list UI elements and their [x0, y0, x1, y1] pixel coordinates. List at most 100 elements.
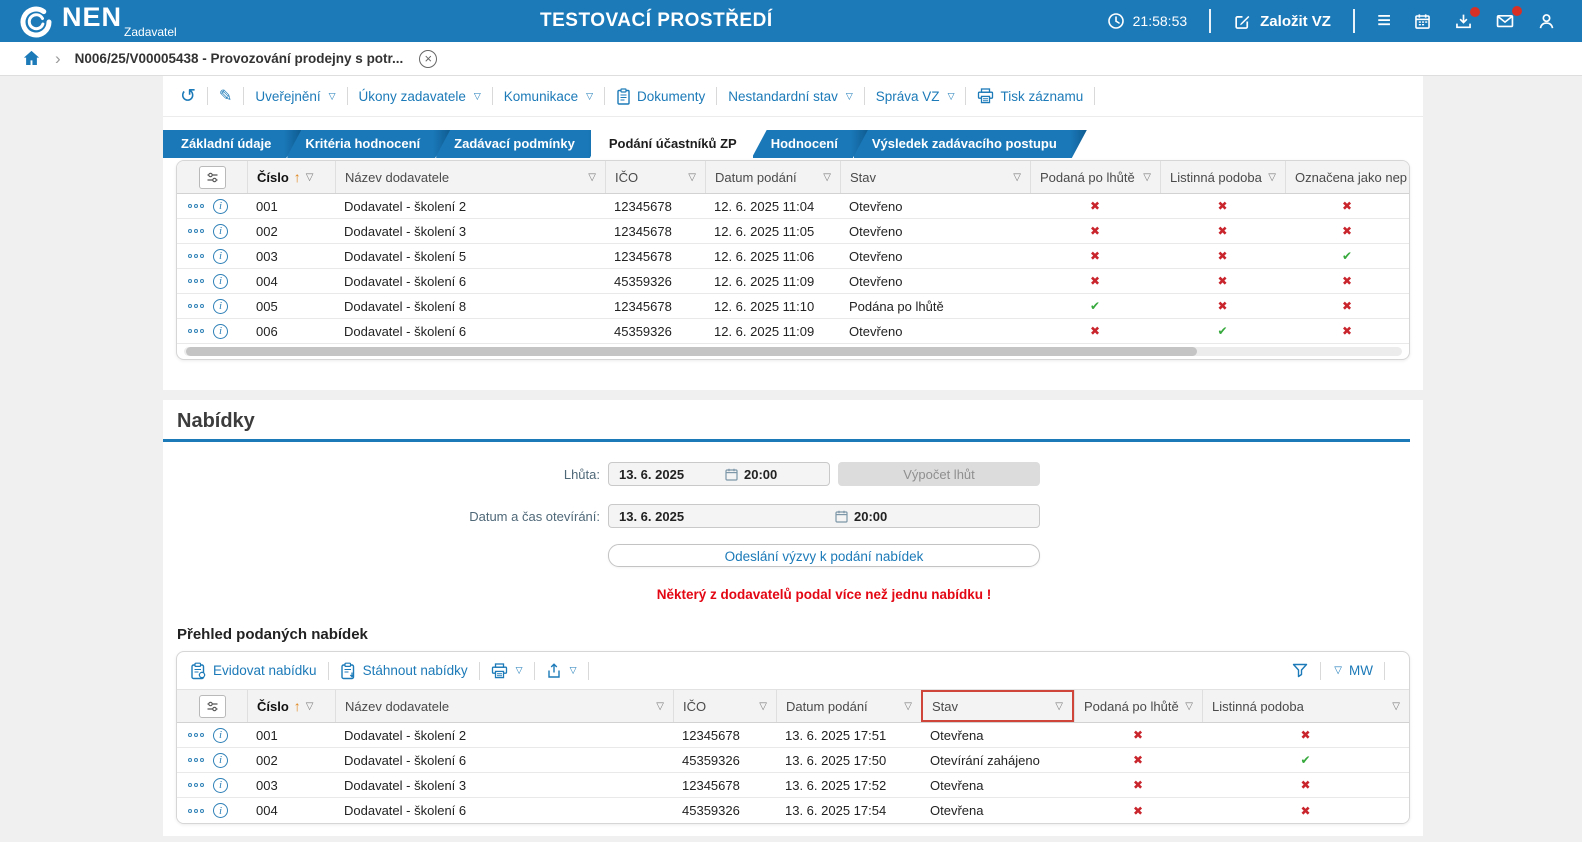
- header-datum-podani[interactable]: Datum podání ▽: [776, 690, 921, 722]
- header-cislo[interactable]: Číslo ↑ ▽: [247, 161, 335, 193]
- filter-icon[interactable]: ▽: [688, 172, 696, 183]
- header-stav[interactable]: Stav ▽: [840, 161, 1030, 193]
- table-row[interactable]: i 003 Dodavatel - školení 3 12345678 13.…: [177, 773, 1409, 798]
- calendar-button[interactable]: [1413, 12, 1432, 31]
- filter-icon[interactable]: ▽: [1185, 701, 1193, 712]
- header-ico[interactable]: IČO ▽: [673, 690, 776, 722]
- row-menu-icon[interactable]: [188, 254, 204, 258]
- info-icon[interactable]: i: [213, 273, 228, 289]
- menu-sprava-vz[interactable]: Správa VZ ▽: [876, 89, 955, 104]
- home-icon[interactable]: [22, 49, 41, 68]
- menu-nestandardni-stav[interactable]: Nestandardní stav ▽: [728, 89, 852, 104]
- downloads-button[interactable]: [1454, 6, 1480, 31]
- table-row[interactable]: i 001 Dodavatel - školení 2 12345678 12.…: [177, 194, 1409, 219]
- row-menu-icon[interactable]: [188, 758, 204, 762]
- info-icon[interactable]: i: [213, 198, 228, 214]
- table-row[interactable]: i 002 Dodavatel - školení 3 12345678 12.…: [177, 219, 1409, 244]
- horizontal-scrollbar[interactable]: [177, 344, 1409, 359]
- header-nazev-dodavatele[interactable]: Název dodavatele ▽: [335, 690, 673, 722]
- edit-pencil-icon[interactable]: ✎: [219, 87, 232, 106]
- filter-icon[interactable]: ▽: [904, 701, 912, 712]
- breadcrumb-item[interactable]: N006/25/V00005438 - Provozování prodejny…: [75, 51, 404, 66]
- create-vz-button[interactable]: Založit VZ: [1233, 12, 1331, 31]
- row-menu-icon[interactable]: [188, 783, 204, 787]
- menu-ukony-zadavatele[interactable]: Úkony zadavatele ▽: [359, 89, 481, 104]
- filter-icon[interactable]: ▽: [1055, 701, 1063, 712]
- scrollbar-track[interactable]: [184, 347, 1402, 356]
- row-menu-icon[interactable]: [188, 229, 204, 233]
- close-icon[interactable]: ×: [419, 49, 438, 68]
- hamburger-menu-icon[interactable]: ≡: [1377, 9, 1391, 33]
- evidovat-nabidku-button[interactable]: Evidovat nabídku: [190, 662, 317, 680]
- tab-podani-ucastniku-zp[interactable]: Podání účastníků ZP: [591, 130, 767, 158]
- vypocet-lhut-button[interactable]: Výpočet lhůt: [838, 462, 1040, 486]
- row-menu-icon[interactable]: [188, 733, 204, 737]
- tab-zadavaci-podminky[interactable]: Zadávací podmínky: [436, 130, 605, 158]
- info-icon[interactable]: i: [213, 323, 228, 339]
- info-icon[interactable]: i: [213, 727, 228, 743]
- tab-vysledek-zadavaciho-postupu[interactable]: Výsledek zadávacího postupu: [854, 130, 1087, 158]
- table-row[interactable]: i 004 Dodavatel - školení 6 45359326 13.…: [177, 798, 1409, 823]
- table-row[interactable]: i 004 Dodavatel - školení 6 45359326 12.…: [177, 269, 1409, 294]
- view-chevron-icon[interactable]: ▽: [1334, 665, 1342, 676]
- menu-uverejneni[interactable]: Uveřejnění ▽: [255, 89, 335, 104]
- row-menu-icon[interactable]: [188, 304, 204, 308]
- header-podana-po-lhute[interactable]: Podaná po lhůtě ▽: [1074, 690, 1202, 722]
- tab-kriteria-hodnoceni[interactable]: Kritéria hodnocení: [287, 130, 450, 158]
- info-icon[interactable]: i: [213, 248, 228, 264]
- menu-komunikace[interactable]: Komunikace ▽: [504, 89, 593, 104]
- header-cislo[interactable]: Číslo ↑ ▽: [247, 690, 335, 722]
- row-menu-icon[interactable]: [188, 204, 204, 208]
- filter-icon[interactable]: ▽: [306, 172, 314, 183]
- info-icon[interactable]: i: [213, 752, 228, 768]
- header-datum-podani[interactable]: Datum podání ▽: [705, 161, 840, 193]
- row-menu-icon[interactable]: [188, 279, 204, 283]
- odeslani-vyzvy-button[interactable]: Odeslání výzvy k podání nabídek: [608, 544, 1040, 567]
- calendar-icon[interactable]: [725, 468, 738, 481]
- header-listinna-podoba[interactable]: Listinná podoba ▽: [1202, 690, 1409, 722]
- header-oznacena-jako-nepodana[interactable]: Označena jako nep: [1285, 161, 1409, 193]
- nen-logo[interactable]: NEN Zadavatel: [18, 2, 177, 40]
- info-icon[interactable]: i: [213, 803, 228, 818]
- messages-button[interactable]: [1495, 6, 1522, 31]
- filter-icon[interactable]: ▽: [1013, 172, 1021, 183]
- filter-icon[interactable]: ▽: [823, 172, 831, 183]
- filter-icon[interactable]: ▽: [1392, 701, 1400, 712]
- filter-icon[interactable]: ▽: [1268, 172, 1276, 183]
- header-listinna-podoba[interactable]: Listinná podoba ▽: [1160, 161, 1285, 193]
- header-ico[interactable]: IČO ▽: [605, 161, 705, 193]
- table-row[interactable]: i 005 Dodavatel - školení 8 12345678 12.…: [177, 294, 1409, 319]
- row-menu-icon[interactable]: [188, 329, 204, 333]
- stahnout-nabidky-button[interactable]: Stáhnout nabídky: [340, 662, 468, 680]
- funnel-filter-icon[interactable]: [1291, 662, 1309, 679]
- filter-icon[interactable]: ▽: [1143, 172, 1151, 183]
- header-stav-highlighted[interactable]: Stav ▽: [921, 690, 1074, 722]
- tab-zakladni-udaje[interactable]: Základní údaje: [163, 130, 301, 158]
- info-icon[interactable]: i: [213, 777, 228, 793]
- filter-icon[interactable]: ▽: [588, 172, 596, 183]
- header-podana-po-lhute[interactable]: Podaná po lhůtě ▽: [1030, 161, 1160, 193]
- info-icon[interactable]: i: [213, 223, 228, 239]
- menu-dokumenty[interactable]: Dokumenty: [616, 87, 705, 105]
- filter-icon[interactable]: ▽: [656, 701, 664, 712]
- scrollbar-thumb[interactable]: [186, 347, 1197, 356]
- print-menu-button[interactable]: ▽: [491, 662, 523, 679]
- menu-tisk-zaznamu[interactable]: Tisk záznamu: [977, 88, 1083, 104]
- column-settings-icon[interactable]: [198, 694, 226, 718]
- view-mw-button[interactable]: MW: [1349, 663, 1373, 678]
- table-row[interactable]: i 002 Dodavatel - školení 6 45359326 13.…: [177, 748, 1409, 773]
- row-menu-icon[interactable]: [188, 808, 204, 813]
- table-row[interactable]: i 001 Dodavatel - školení 2 12345678 13.…: [177, 723, 1409, 748]
- export-menu-button[interactable]: ▽: [546, 662, 577, 679]
- oteviranie-datetime-field[interactable]: 13. 6. 2025 20:00: [608, 504, 1040, 528]
- column-settings-icon[interactable]: [198, 165, 226, 189]
- header-nazev-dodavatele[interactable]: Název dodavatele ▽: [335, 161, 605, 193]
- lhuta-datetime-field[interactable]: 13. 6. 2025 20:00: [608, 462, 830, 486]
- info-icon[interactable]: i: [213, 298, 228, 314]
- table-row[interactable]: i 006 Dodavatel - školení 6 45359326 12.…: [177, 319, 1409, 344]
- tab-hodnoceni[interactable]: Hodnocení: [753, 130, 868, 158]
- history-back-icon[interactable]: ↺: [180, 87, 196, 106]
- user-profile-button[interactable]: [1537, 12, 1556, 31]
- filter-icon[interactable]: ▽: [306, 701, 314, 712]
- calendar-icon[interactable]: [835, 510, 848, 523]
